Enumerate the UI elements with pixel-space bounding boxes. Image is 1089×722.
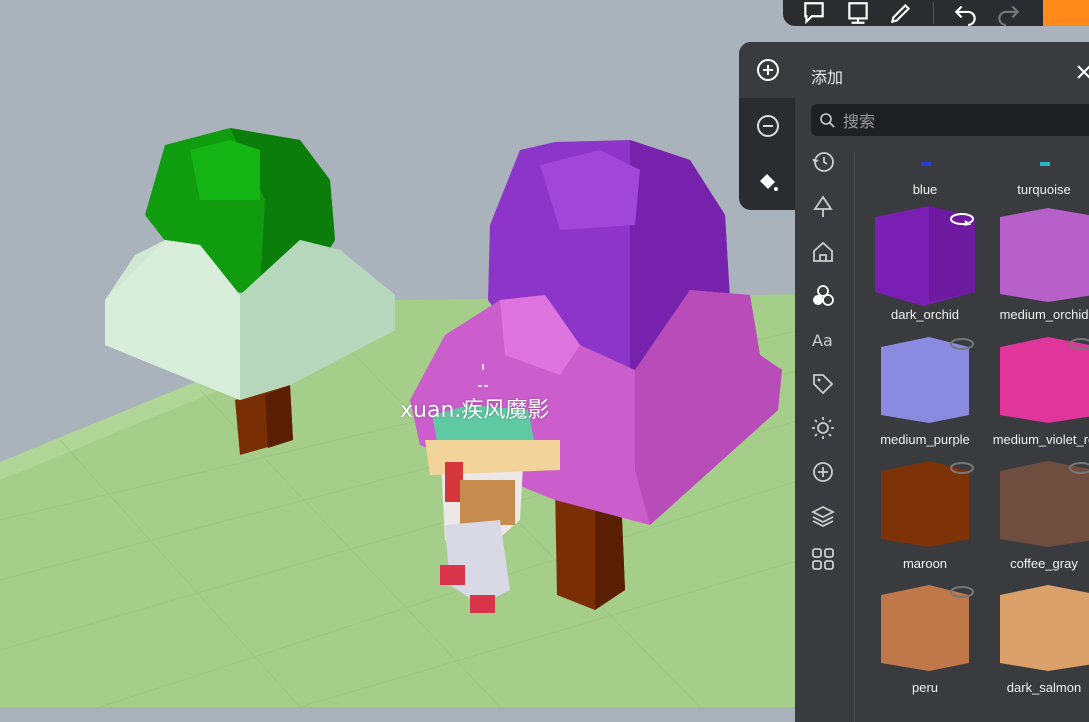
close-icon[interactable] [1075,63,1089,81]
text-aa-icon[interactable]: Aa [811,328,835,352]
item-label: dark_salmon [1006,680,1082,695]
toolbar-divider [933,2,934,24]
color-item-medium-purple[interactable]: medium_purple [869,327,981,451]
crosshair-icon [478,364,488,387]
tree-icon[interactable] [811,195,835,219]
color-swatch [921,162,931,166]
panel-title: 添加 [811,68,844,87]
color-item-maroon[interactable]: maroon [869,451,981,575]
item-label: medium_orchid [999,307,1089,322]
run-button[interactable] [1043,0,1089,26]
search-bar [811,104,1089,138]
redo-icon[interactable] [995,0,1021,26]
item-label: peru [911,680,939,695]
category-divider [854,152,855,722]
grid-icon[interactable] [811,547,835,571]
tool-palette [739,42,799,210]
player-name-tag: xuan.疾风魔影 [400,398,550,423]
color-item-coffee-gray[interactable]: coffee_gray [988,451,1089,575]
rotate-icon[interactable] [949,212,975,226]
layers-icon[interactable] [811,504,835,528]
top-toolbar [783,0,1089,26]
color-block-swatch [1000,208,1089,302]
color-swatch [1040,162,1050,166]
color-item-blue[interactable]: blue [869,152,981,200]
color-item-dark-salmon[interactable]: dark_salmon [988,575,1089,699]
item-label: blue [912,182,938,197]
comment-icon[interactable] [801,0,827,26]
sun-icon[interactable] [811,416,835,440]
color-item-medium-orchid[interactable]: medium_orchid [988,202,1089,326]
rotate-icon[interactable] [949,585,975,599]
search-input[interactable] [841,104,1085,138]
item-label: maroon [902,556,948,571]
plus-circle-icon[interactable] [811,460,835,484]
add-panel: 添加 Aa blue turquoise dark_orchid medium_… [795,42,1089,722]
sign-icon[interactable] [845,0,871,26]
color-item-dark-orchid[interactable]: dark_orchid [869,202,981,326]
color-item-medium-violet-red[interactable]: medium_violet_re [988,327,1089,451]
item-label: medium_violet_re [992,432,1089,447]
rotate-icon[interactable] [1068,461,1089,475]
history-icon[interactable] [811,150,835,174]
item-label: medium_purple [880,432,970,447]
rotate-icon[interactable] [1068,337,1089,351]
item-label: coffee_gray [1010,556,1078,571]
undo-icon[interactable] [953,0,979,26]
paint-bucket-icon[interactable] [756,170,780,194]
item-label: turquoise [1017,182,1071,197]
color-circles-icon[interactable] [811,284,835,308]
item-label: dark_orchid [891,307,959,322]
rotate-icon[interactable] [949,461,975,475]
color-item-peru[interactable]: peru [869,575,981,699]
minus-circle-icon[interactable] [756,114,780,138]
house-icon[interactable] [811,240,835,264]
search-icon [820,113,835,128]
plus-circle-icon[interactable] [756,58,780,82]
svg-text:Aa: Aa [812,331,833,350]
rotate-icon[interactable] [949,337,975,351]
tag-icon[interactable] [811,372,835,396]
color-block-swatch [1000,585,1089,671]
edit-icon[interactable] [888,0,914,26]
color-item-turquoise[interactable]: turquoise [988,152,1089,200]
